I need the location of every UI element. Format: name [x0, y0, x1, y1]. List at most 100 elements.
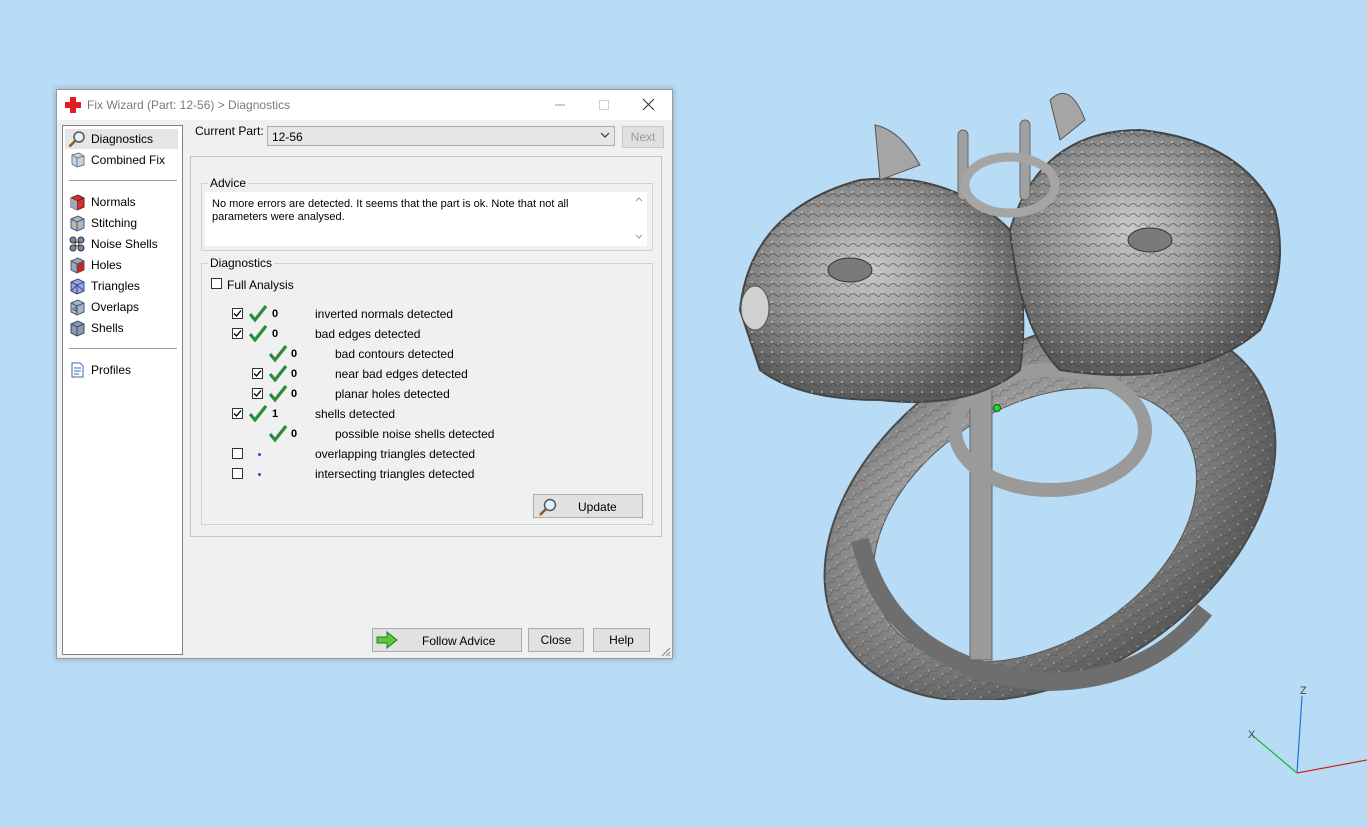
- advice-group: Advice No more errors are detected. It s…: [201, 176, 653, 251]
- diagnostics-panel: Advice No more errors are detected. It s…: [190, 156, 662, 537]
- nav-label: Holes: [91, 258, 122, 272]
- nav-item-overlaps[interactable]: Overlaps: [65, 297, 178, 317]
- maximize-icon: [598, 100, 609, 110]
- nav-label: Noise Shells: [91, 237, 158, 251]
- checkmark-icon: [233, 310, 242, 317]
- ok-check-icon: [269, 385, 287, 403]
- checkmark-icon: [233, 330, 242, 337]
- nav-label: Normals: [91, 195, 136, 209]
- diagnostic-count: 1: [272, 408, 279, 420]
- diagnostic-label: bad edges detected: [315, 327, 421, 341]
- checkmark-icon: [233, 410, 242, 417]
- diagnostic-count: 0: [272, 328, 279, 340]
- triangles-icon: [70, 278, 85, 295]
- fix-wizard-dialog: Fix Wizard (Part: 12-56) > Diagnostics D…: [56, 89, 673, 659]
- checkmark-icon: [253, 370, 262, 377]
- axis-label-x: X: [1248, 729, 1256, 741]
- diagnostic-label: planar holes detected: [335, 387, 450, 401]
- close-window-button[interactable]: [626, 90, 671, 120]
- nav-label: Triangles: [91, 279, 140, 293]
- diagnostic-count: 0: [291, 388, 298, 400]
- ok-check-icon: [269, 365, 287, 383]
- full-analysis-checkbox[interactable]: [211, 278, 222, 289]
- maximize-button[interactable]: [581, 90, 626, 120]
- nav-item-normals[interactable]: Normals: [65, 192, 178, 212]
- diagnostics-group: Diagnostics Full Analysis 0 inverted nor…: [201, 256, 653, 525]
- current-part-value: 12-56: [272, 130, 303, 144]
- window-title: Fix Wizard (Part: 12-56) > Diagnostics: [87, 98, 291, 112]
- nav-item-combined-fix[interactable]: Combined Fix: [65, 150, 178, 170]
- next-button[interactable]: Next: [622, 126, 664, 148]
- diagnostic-count: 0: [272, 308, 279, 320]
- diagnostic-label: near bad edges detected: [335, 367, 468, 381]
- nav-label: Profiles: [91, 363, 132, 377]
- full-analysis-label: Full Analysis: [227, 278, 294, 292]
- ok-check-icon: [249, 305, 267, 323]
- minimize-button[interactable]: [537, 90, 582, 120]
- axis-triad: Z X: [1248, 685, 1367, 774]
- diagnostic-label: overlapping triangles detected: [315, 447, 476, 461]
- close-button[interactable]: Close: [528, 628, 584, 652]
- intersecting-triangles-checkbox[interactable]: [232, 468, 243, 479]
- follow-advice-label: Follow Advice: [422, 634, 496, 648]
- ok-check-icon: [269, 345, 287, 363]
- title-bar[interactable]: Fix Wizard (Part: 12-56) > Diagnostics: [57, 90, 672, 120]
- resize-grip-icon[interactable]: [661, 647, 671, 657]
- nav-item-noise-shells[interactable]: Noise Shells: [65, 234, 178, 254]
- ok-check-icon: [249, 405, 267, 423]
- diagnostic-label: intersecting triangles detected: [315, 467, 475, 481]
- minimize-icon: [554, 104, 565, 106]
- nav-label: Diagnostics: [91, 132, 154, 146]
- near-bad-edges-checkbox[interactable]: [252, 368, 263, 379]
- holes-icon: [70, 257, 85, 274]
- nav-item-profiles[interactable]: Profiles: [65, 360, 178, 380]
- diagnostic-label: bad contours detected: [335, 347, 454, 361]
- follow-advice-button[interactable]: Follow Advice: [372, 628, 522, 652]
- diagnostic-count: 0: [291, 368, 298, 380]
- advice-text: No more errors are detected. It seems th…: [212, 198, 569, 223]
- inverted-normals-checkbox[interactable]: [232, 308, 243, 319]
- advice-title: Advice: [208, 176, 249, 190]
- ok-check-icon: [249, 325, 267, 343]
- arrow-right-icon: [376, 631, 398, 649]
- diagnostics-title: Diagnostics: [208, 256, 275, 270]
- nav-divider: [69, 180, 177, 181]
- nav-label: Stitching: [91, 216, 138, 230]
- current-part-label: Current Part:: [195, 124, 264, 138]
- overlaps-icon: [70, 299, 85, 316]
- nav-item-stitching[interactable]: Stitching: [65, 213, 178, 233]
- advice-text-area[interactable]: No more errors are detected. It seems th…: [205, 192, 647, 246]
- close-icon: [642, 98, 655, 111]
- ok-check-icon: [269, 425, 287, 443]
- noise-shells-icon: [69, 236, 85, 252]
- nav-label: Shells: [91, 321, 124, 335]
- update-button[interactable]: Update: [533, 494, 643, 518]
- pending-dot-icon: [258, 453, 261, 456]
- diagnostic-count: 0: [291, 428, 298, 440]
- ring-model[interactable]: [720, 70, 1310, 700]
- magnifier-icon: [539, 498, 557, 516]
- help-button[interactable]: Help: [593, 628, 650, 652]
- nav-divider: [69, 348, 177, 349]
- profiles-icon: [71, 362, 84, 378]
- nav-label: Combined Fix: [91, 153, 166, 167]
- red-cross-icon: [65, 97, 81, 113]
- planar-holes-checkbox[interactable]: [252, 388, 263, 399]
- magnifier-icon: [68, 131, 85, 148]
- current-part-dropdown[interactable]: 12-56: [267, 126, 615, 146]
- chevron-down-icon: [600, 132, 610, 138]
- overlapping-triangles-checkbox[interactable]: [232, 448, 243, 459]
- diagnostic-label: possible noise shells detected: [335, 427, 495, 441]
- nav-item-triangles[interactable]: Triangles: [65, 276, 178, 296]
- shells-checkbox[interactable]: [232, 408, 243, 419]
- nav-item-shells[interactable]: Shells: [65, 318, 178, 338]
- advice-scrollbar[interactable]: [633, 194, 645, 242]
- part-icon: [71, 152, 85, 168]
- diagnostic-label: shells detected: [315, 407, 396, 421]
- bad-edges-checkbox[interactable]: [232, 328, 243, 339]
- axis-label-z: Z: [1300, 685, 1307, 697]
- stitching-icon: [70, 215, 85, 232]
- diagnostic-label: inverted normals detected: [315, 307, 454, 321]
- nav-item-holes[interactable]: Holes: [65, 255, 178, 275]
- nav-item-diagnostics[interactable]: Diagnostics: [65, 129, 178, 149]
